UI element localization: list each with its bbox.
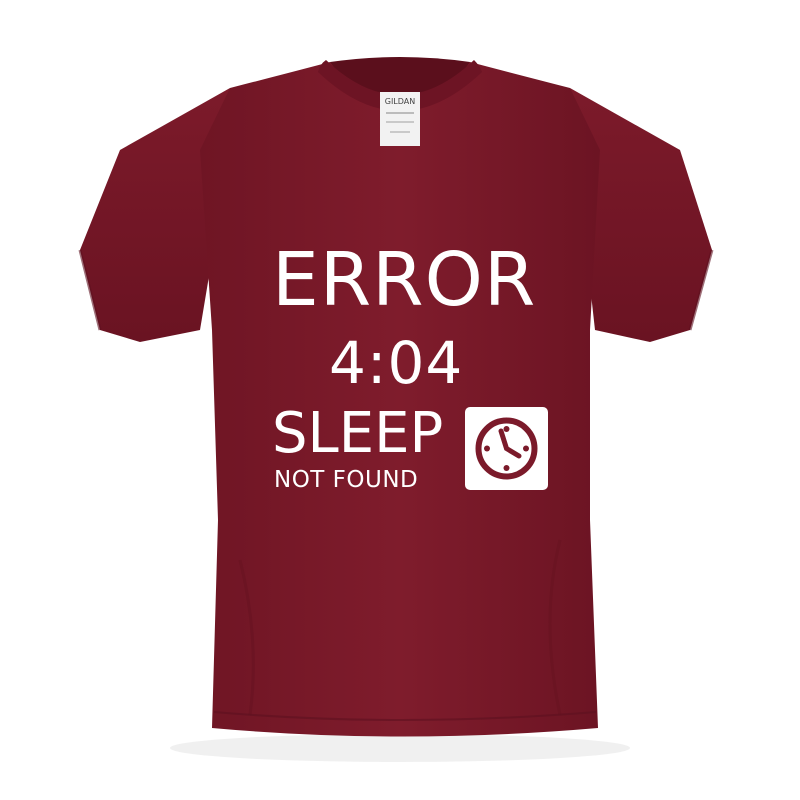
print-line-error: ERROR <box>272 237 537 323</box>
neck-label-brand: GILDAN <box>385 97 416 106</box>
shadow <box>170 734 630 762</box>
product-photo: GILDAN ERROR 4:04 SLEEP NOT FOUND <box>0 0 800 800</box>
shirt-body <box>200 62 600 737</box>
print-line-not-found: NOT FOUND <box>274 467 419 493</box>
clock-icon <box>465 407 548 490</box>
tshirt-image: GILDAN <box>78 57 714 762</box>
print-line-sleep: SLEEP <box>272 401 444 466</box>
print-line-time: 4:04 <box>329 329 464 397</box>
